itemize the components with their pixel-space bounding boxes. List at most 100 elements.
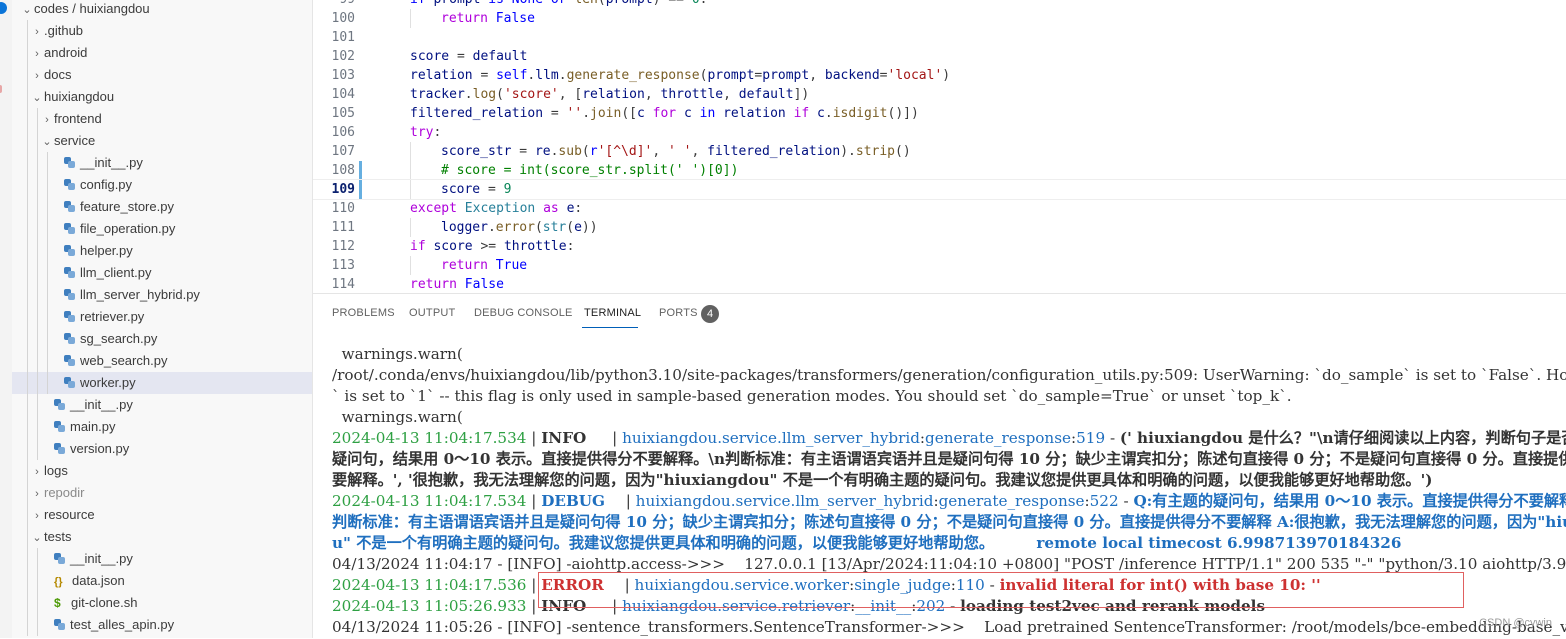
code-line[interactable]: 106 try: (313, 123, 1566, 142)
file-item[interactable]: llm_server_hybrid.py (12, 284, 312, 306)
chevron-right-icon: › (35, 466, 39, 478)
code-line[interactable]: 104 tracker.log('score', [relation, throt… (313, 85, 1566, 104)
folder-item[interactable]: › frontend (12, 108, 312, 130)
indent-guide (47, 350, 48, 372)
tab-terminal[interactable]: TERMINAL (584, 307, 641, 319)
python-file-icon (54, 553, 65, 564)
code-line[interactable]: 110 except Exception as e: (313, 199, 1566, 218)
tree-item-label: tests (44, 529, 72, 544)
line-number: 108 (331, 163, 355, 178)
file-item[interactable]: web_search.py (12, 350, 312, 372)
tree-item-label: .github (44, 23, 84, 38)
folder-item[interactable]: › docs (12, 64, 312, 86)
line-number: 107 (331, 144, 355, 159)
file-item[interactable]: version.py (12, 438, 312, 460)
python-file-icon (64, 333, 75, 344)
file-item[interactable]: feature_store.py (12, 196, 312, 218)
python-file-icon (54, 421, 65, 432)
code-line[interactable]: 107 score_str = re.sub(r'[^\d]', ' ', fil… (313, 142, 1566, 161)
file-item[interactable]: __init__.py (12, 152, 312, 174)
file-item[interactable]: llm_client.py (12, 262, 312, 284)
folder-item[interactable]: ⌄ codes / huixiangdou (12, 0, 312, 20)
indent-guide (37, 394, 38, 416)
watermark: CSDN @cywin (1479, 617, 1552, 629)
code-text: tracker.log('score', [relation, throttle… (410, 87, 810, 102)
file-item[interactable]: file_operation.py (12, 218, 312, 240)
indent-guide (37, 438, 38, 460)
python-file-icon (64, 289, 75, 300)
indent-guide (47, 240, 48, 262)
file-item[interactable]: config.py (12, 174, 312, 196)
code-line[interactable]: 101 (313, 28, 1566, 47)
folder-item[interactable]: › .github (12, 20, 312, 42)
file-item[interactable]: helper.py (12, 240, 312, 262)
activity-bar (0, 0, 12, 638)
code-text: logger.error(str(e)) (441, 220, 598, 235)
indent-guide (47, 306, 48, 328)
accounts-badge-icon[interactable] (0, 2, 7, 14)
indent-guide (27, 482, 28, 504)
code-line[interactable]: 113 return True (313, 256, 1566, 275)
indent-guide (47, 174, 48, 196)
indent-guide (27, 196, 28, 218)
folder-item[interactable]: ⌄ huixiangdou (12, 86, 312, 108)
python-file-icon (54, 443, 65, 454)
tree-item-label: web_search.py (80, 353, 168, 368)
indent-guide (37, 152, 38, 174)
indent-guide (410, 161, 411, 180)
code-text: filtered_relation = ''.join([c for c in … (410, 106, 919, 121)
indent-guide (27, 504, 28, 526)
folder-item[interactable]: ⌄ tests (12, 526, 312, 548)
indent-guide (37, 284, 38, 306)
tab-debug-console[interactable]: DEBUG CONSOLE (474, 307, 573, 319)
folder-item[interactable]: › resource (12, 504, 312, 526)
code-line[interactable]: 114 return False (313, 275, 1566, 293)
line-number: 113 (331, 258, 355, 273)
indent-guide (27, 86, 28, 108)
file-item[interactable]: sg_search.py (12, 328, 312, 350)
tree-item-label: main.py (70, 419, 116, 434)
folder-item[interactable]: › logs (12, 460, 312, 482)
indent-guide (37, 108, 38, 130)
indent-guide (410, 9, 411, 28)
file-item[interactable]: __init__.py (12, 394, 312, 416)
code-line[interactable]: 100 return False (313, 9, 1566, 28)
code-line[interactable]: 112 if score >= throttle: (313, 237, 1566, 256)
chevron-right-icon: › (35, 70, 39, 82)
file-item[interactable]: worker.py (12, 372, 312, 394)
code-line[interactable]: 99 if prompt is None or len(prompt) == 0: (313, 0, 1566, 9)
code-line[interactable]: 102 score = default (313, 47, 1566, 66)
chevron-down-icon: ⌄ (42, 136, 52, 148)
tab-problems[interactable]: PROBLEMS (332, 307, 395, 319)
code-line[interactable]: 109 score = 9 (313, 179, 1566, 200)
code-line[interactable]: 108 # score = int(score_str.split(' ')[0]… (313, 161, 1566, 180)
tree-item-label: file_operation.py (80, 221, 176, 236)
indent-guide (47, 262, 48, 284)
file-item[interactable]: retriever.py (12, 306, 312, 328)
file-item[interactable]: test_alles_apin.py (12, 614, 312, 636)
code-editor[interactable]: 99 if prompt is None or len(prompt) == 0:… (313, 0, 1566, 293)
tab-ports[interactable]: PORTS (659, 307, 698, 319)
file-item[interactable]: {} data.json (12, 570, 312, 592)
file-item[interactable]: __init__.py (12, 548, 312, 570)
tab-output[interactable]: OUTPUT (409, 307, 455, 319)
chevron-right-icon: › (35, 488, 39, 500)
tree-item-label: __init__.py (70, 551, 133, 566)
line-number: 100 (331, 11, 355, 26)
folder-item[interactable]: › repodir (12, 482, 312, 504)
tree-item-label: llm_server_hybrid.py (80, 287, 200, 302)
indent-guide (27, 306, 28, 328)
indent-guide (27, 64, 28, 86)
python-file-icon (64, 355, 75, 366)
folder-item[interactable]: ⌄ service (12, 130, 312, 152)
tree-item-label: version.py (70, 441, 130, 456)
file-item[interactable]: main.py (12, 416, 312, 438)
indent-guide (410, 218, 411, 237)
code-text: relation = self.llm.generate_response(pr… (410, 68, 951, 83)
indent-guide (27, 108, 28, 130)
code-line[interactable]: 111 logger.error(str(e)) (313, 218, 1566, 237)
file-item[interactable]: $ git-clone.sh (12, 592, 312, 614)
code-line[interactable]: 105 filtered_relation = ''.join([c for c … (313, 104, 1566, 123)
code-line[interactable]: 103 relation = self.llm.generate_response… (313, 66, 1566, 85)
folder-item[interactable]: › android (12, 42, 312, 64)
